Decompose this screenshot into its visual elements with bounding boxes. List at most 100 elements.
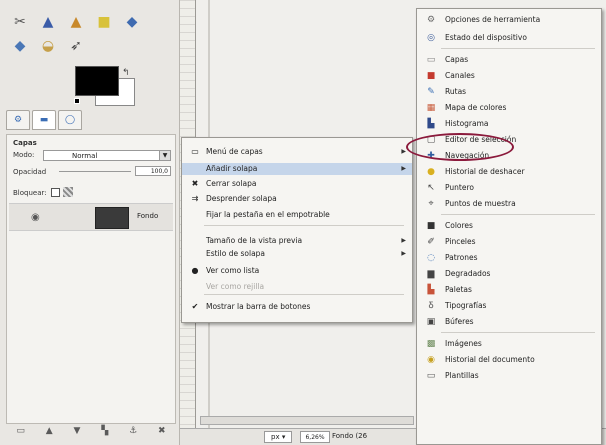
smudge-tool-icon[interactable]: ◆ (10, 36, 30, 56)
submenu-item-navegacion[interactable]: ✚ Navegación (417, 149, 601, 163)
menu-item-mostrar-la-barra-de-botones[interactable]: ✔ Mostrar la barra de botones (182, 301, 412, 313)
menu-item-label: Mostrar la barra de botones (206, 302, 311, 311)
images-icon: ▩ (426, 339, 436, 349)
unit-select[interactable]: px ▾ (264, 431, 292, 443)
submenu-item-buferes[interactable]: ▣ Búferes (417, 315, 601, 329)
tool-options-icon: ⚙ (426, 15, 436, 25)
menu-separator (441, 48, 595, 49)
tab-tool-options[interactable]: ⚙ (6, 110, 30, 130)
menu-item-menu-de-capas[interactable]: ▭ Menú de capas ▶ (182, 146, 412, 158)
raise-layer-icon[interactable]: ▲ (46, 426, 53, 442)
menu-item-cerrar-solapa[interactable]: ✖ Cerrar solapa (182, 178, 412, 190)
mode-select[interactable]: Normal ▼ (43, 150, 171, 161)
menu-item-anadir-solapa[interactable]: Añadir solapa ▶ (182, 163, 412, 175)
zoom-value: 6,26% (305, 434, 325, 441)
unit-value: px (271, 433, 280, 441)
submenu-item-paletas[interactable]: ▙ Paletas (417, 283, 601, 297)
undo-history-icon: ● (427, 167, 435, 177)
lock-pixels-checkbox[interactable] (51, 188, 60, 197)
selection-editor-icon: ▢ (426, 135, 436, 145)
submenu-item-opciones-de-herramienta[interactable]: ⚙ Opciones de herramienta (417, 13, 601, 27)
layers-panel: Capas Modo: Normal ▼ Opacidad 100,0 Bloq… (6, 134, 176, 424)
tab-layers[interactable]: ▬ (32, 110, 56, 130)
dodge-tool-icon[interactable]: ◒ (38, 36, 58, 56)
layers-panel-title: Capas (13, 139, 37, 147)
tab-channels[interactable]: ◯ (58, 110, 82, 130)
submenu-item-historial-del-documento[interactable]: ◉ Historial del documento (417, 353, 601, 367)
menu-separator (441, 332, 595, 333)
submenu-item-mapa-de-colores[interactable]: ▦ Mapa de colores (417, 101, 601, 115)
submenu-item-pinceles[interactable]: ✐ Pinceles (417, 235, 601, 249)
foreground-color-swatch[interactable] (75, 66, 119, 96)
toolbox-panel: ✂ ▲ ▲ ■ ◆ ◆ ◒ ➶ ↰ ⚙ ▬ ◯ Capas Modo: Normal ▼ Op… (0, 0, 180, 445)
new-layer-icon[interactable]: ▭ (16, 426, 25, 442)
menu-item-label: Desprender solapa (206, 194, 277, 203)
menu-item-ver-como-rejilla[interactable]: Ver como rejilla (182, 281, 412, 293)
measure-tool-icon[interactable]: ✂ (10, 12, 30, 32)
blur-tool-icon[interactable]: ◆ (122, 12, 142, 32)
submenu-item-historial-de-deshacer[interactable]: ● Historial de deshacer (417, 165, 601, 179)
layer-row[interactable]: ◉ Fondo (9, 203, 173, 231)
delete-layer-icon[interactable]: ✖ (158, 426, 166, 442)
clone-tool-icon[interactable]: ▲ (38, 12, 58, 32)
submenu-item-colores[interactable]: ■ Colores (417, 219, 601, 233)
submenu-item-label: Capas (445, 55, 469, 64)
submenu-item-puntero[interactable]: ↖ Puntero (417, 181, 601, 195)
menu-item-fijar-la-pestana-en-el-empotrable[interactable]: Fijar la pestaña en el empotrable (182, 209, 412, 221)
eye-icon[interactable]: ◉ (31, 212, 40, 223)
horizontal-scrollbar[interactable] (200, 416, 414, 425)
submenu-item-puntos-de-muestra[interactable]: ⌖ Puntos de muestra (417, 197, 601, 211)
swap-colors-icon[interactable]: ↰ (122, 68, 130, 78)
patterns-icon: ◌ (427, 253, 435, 263)
submenu-item-label: Editor de selección (445, 135, 517, 144)
submenu-item-label: Plantillas (445, 371, 479, 380)
submenu-item-imagenes[interactable]: ▩ Imágenes (417, 337, 601, 351)
submenu-item-tipografias[interactable]: Ᵹ Tipografías (417, 299, 601, 313)
submenu-item-editor-de-seleccion[interactable]: ▢ Editor de selección (417, 133, 601, 147)
submenu-item-canales[interactable]: ■ Canales (417, 69, 601, 83)
close-tab-icon: ✖ (191, 179, 199, 188)
anchor-layer-icon[interactable]: ⚓ (129, 426, 137, 442)
perspective-clone-icon[interactable]: ■ (94, 12, 114, 32)
submenu-item-rutas[interactable]: ✎ Rutas (417, 85, 601, 99)
reset-colors-icon[interactable] (74, 98, 80, 104)
submenu-arrow-icon: ▶ (401, 237, 406, 244)
submenu-item-patrones[interactable]: ◌ Patrones (417, 251, 601, 265)
submenu-item-degradados[interactable]: ▆ Degradados (417, 267, 601, 281)
zoom-select[interactable]: 6,26% (300, 431, 330, 443)
submenu-item-plantillas[interactable]: ▭ Plantillas (417, 369, 601, 383)
colormap-icon: ▦ (426, 103, 436, 113)
menu-item-tamano-de-la-vista-previa[interactable]: Tamaño de la vista previa ▶ (182, 235, 412, 247)
menu-item-desprender-solapa[interactable]: ⇉ Desprender solapa (182, 193, 412, 205)
opacity-slider[interactable] (59, 171, 131, 172)
submenu-item-estado-del-dispositivo[interactable]: ◎ Estado del dispositivo (417, 31, 601, 45)
radio-selected-icon: ● (191, 266, 199, 275)
layer-thumbnail (95, 207, 129, 229)
submenu-item-label: Pinceles (445, 237, 476, 246)
menu-item-estilo-de-solapa[interactable]: Estilo de solapa ▶ (182, 248, 412, 260)
submenu-item-label: Mapa de colores (445, 103, 507, 112)
submenu-item-histograma[interactable]: ▙ Histograma (417, 117, 601, 131)
layers-icon: ▭ (426, 55, 436, 65)
channels-tab-icon: ◯ (64, 115, 76, 125)
submenu-item-capas[interactable]: ▭ Capas (417, 53, 601, 67)
submenu-item-label: Histograma (445, 119, 489, 128)
submenu-item-label: Rutas (445, 87, 467, 96)
submenu-arrow-icon: ▶ (401, 250, 406, 257)
duplicate-layer-icon[interactable]: ▚ (101, 426, 108, 442)
ink-tool-icon[interactable]: ➶ (66, 36, 86, 56)
submenu-item-label: Canales (445, 71, 475, 80)
menu-item-label: Fijar la pestaña en el empotrable (206, 210, 330, 219)
opacity-value-field[interactable]: 100,0 (135, 166, 171, 176)
layer-name: Fondo (137, 212, 159, 220)
menu-item-ver-como-lista[interactable]: ● Ver como lista (182, 265, 412, 277)
layers-button-bar: ▭ ▲ ▼ ▚ ⚓ ✖ (6, 426, 176, 442)
tool-options-tab-icon: ⚙ (13, 115, 23, 125)
lower-layer-icon[interactable]: ▼ (74, 426, 81, 442)
submenu-item-label: Puntos de muestra (445, 199, 516, 208)
submenu-item-label: Degradados (445, 269, 491, 278)
menu-item-label: Estilo de solapa (206, 249, 266, 258)
heal-tool-icon[interactable]: ▲ (66, 12, 86, 32)
lock-alpha-checkbox[interactable] (63, 187, 73, 197)
submenu-item-label: Tipografías (445, 301, 487, 310)
